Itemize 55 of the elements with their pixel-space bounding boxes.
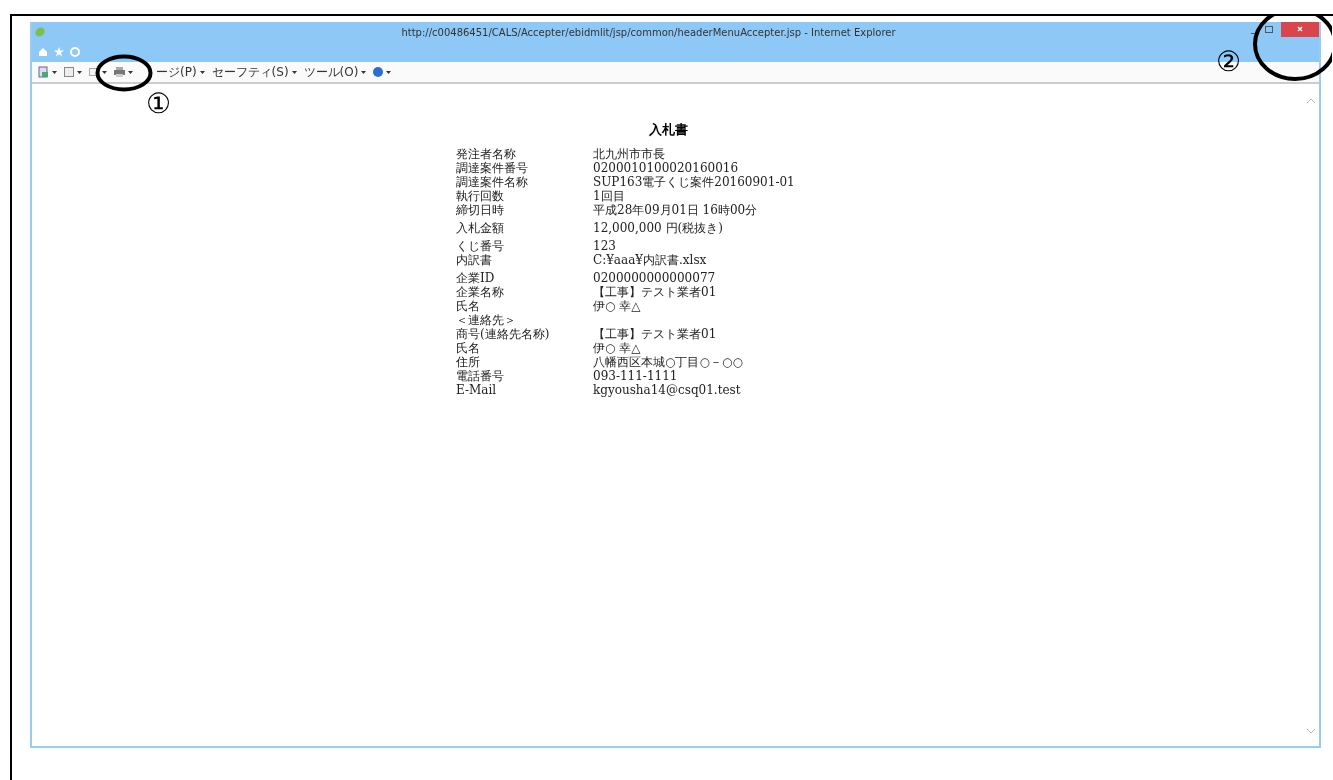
field-label: 氏名 — [456, 299, 481, 313]
help-icon[interactable] — [373, 67, 384, 77]
maximize-button[interactable] — [1265, 26, 1273, 33]
document-title: 入札書 — [647, 121, 689, 139]
caret-icon[interactable] — [77, 70, 82, 74]
menu-item[interactable]: ージ(P) — [156, 63, 197, 81]
caret-icon[interactable] — [199, 70, 205, 74]
printer-icon[interactable] — [114, 67, 125, 77]
field-value: 平成28年09月01日 16時00分 — [593, 203, 759, 217]
field-value: 123 — [593, 239, 617, 253]
field-label: 企業名称 — [456, 285, 505, 299]
field-label: 住所 — [456, 355, 481, 369]
menu-item[interactable]: セーフティ(S) — [211, 63, 289, 81]
field-value: 北九州市市長 — [593, 147, 666, 161]
field-value: 伊○ 幸△ — [593, 341, 642, 355]
caret-icon[interactable] — [102, 70, 107, 74]
field-value: 八幡西区本城○丁目○－○○ — [593, 355, 744, 369]
field-value: 093-111-1111 — [593, 369, 679, 383]
field-label: くじ番号 — [456, 239, 505, 253]
field-value: SUP163電子くじ案件20160901-01 — [593, 175, 796, 189]
field-label: 内訳書 — [456, 253, 493, 267]
field-label: E-Mail — [456, 383, 498, 397]
field-value: 1回目 — [593, 189, 626, 203]
caret-icon[interactable] — [291, 70, 297, 74]
caret-icon[interactable] — [52, 70, 57, 74]
minimize-button[interactable] — [1251, 33, 1257, 34]
field-value: 【工事】テスト業者01 — [593, 285, 718, 299]
field-label: 入札金額 — [456, 221, 505, 235]
ie-logo-icon — [34, 26, 46, 38]
field-value: 0200000000000077 — [593, 271, 717, 285]
field-label: 電話番号 — [456, 369, 505, 383]
star-icon[interactable] — [54, 47, 64, 57]
field-label: 発注者名称 — [456, 147, 517, 161]
menu-item[interactable]: ツール(O) — [303, 63, 359, 81]
annotation-number: ② — [1216, 46, 1241, 78]
field-label: 商号(連絡先名称) — [456, 327, 551, 341]
field-value: kgyousha14@csq01.test — [593, 383, 742, 397]
caret-icon[interactable] — [128, 70, 133, 74]
caret-icon[interactable] — [361, 70, 367, 74]
field-label: 調達案件名称 — [456, 175, 529, 189]
field-label: 氏名 — [456, 341, 481, 355]
field-value: 伊○ 幸△ — [593, 299, 642, 313]
field-label: 調達案件番号 — [456, 161, 529, 175]
field-label: ＜連絡先＞ — [456, 313, 517, 327]
field-value: 0200010100020160016 — [593, 161, 740, 175]
field-value: 【工事】テスト業者01 — [593, 327, 718, 341]
field-value: 12,000,000 円(税抜き) — [593, 221, 724, 235]
field-label: 企業ID — [456, 271, 496, 285]
field-label: 締切日時 — [456, 203, 505, 217]
window-title: http://c00486451/CALS/Accepter/ebidmlit/jsp/common/headerMenuAccepter.jsp - Internet Explorer — [400, 26, 897, 38]
annotation-circle — [95, 54, 153, 92]
annotation-number: ① — [146, 88, 171, 120]
field-value: C:¥aaa¥内訳書.xlsx — [593, 253, 708, 267]
field-label: 執行回数 — [456, 189, 505, 203]
caret-icon[interactable] — [386, 70, 392, 74]
